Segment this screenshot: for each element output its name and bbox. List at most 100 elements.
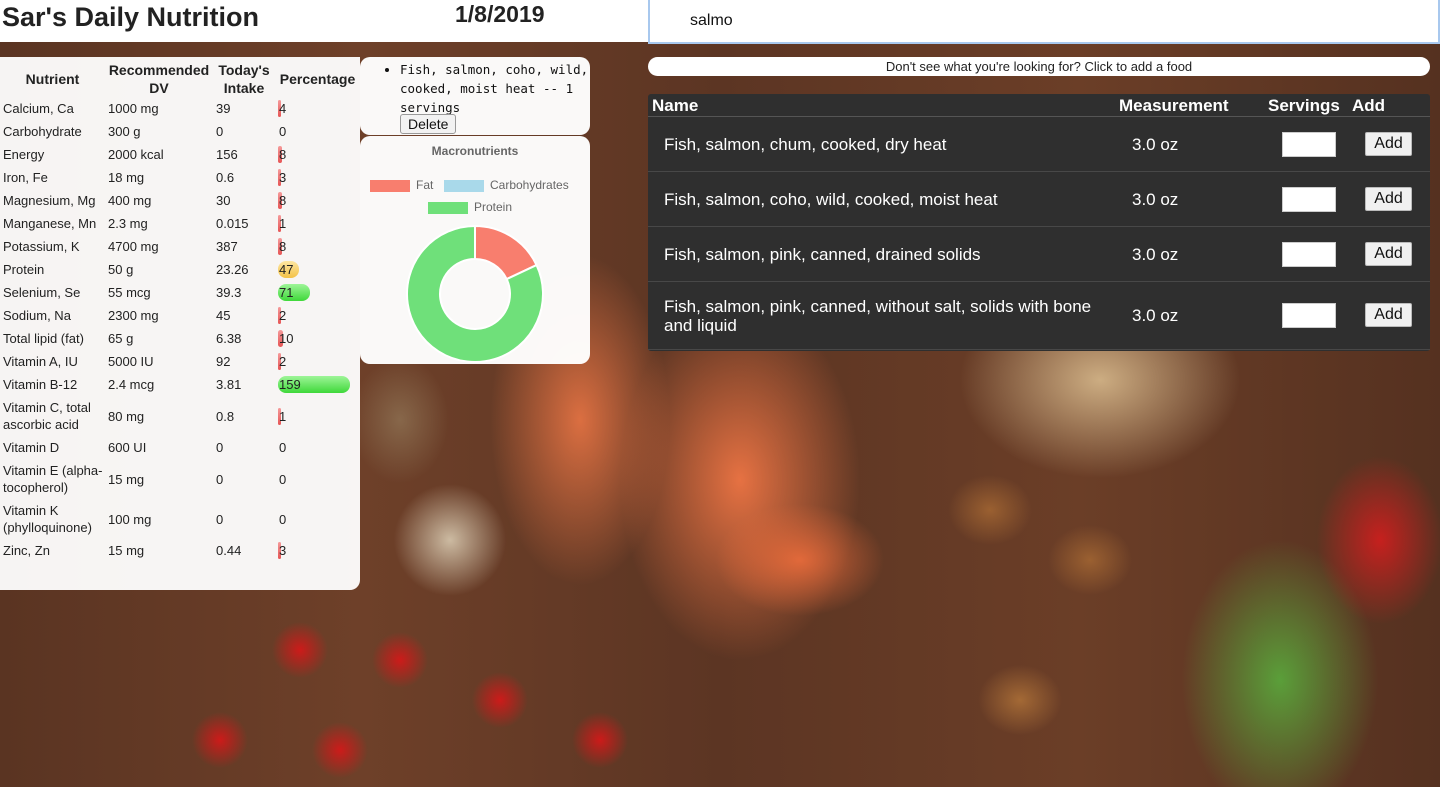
nutrient-percentage: 159 — [275, 373, 360, 396]
nutrient-row: Protein 50 g 23.26 47 — [0, 258, 360, 281]
nutrient-row: Carbohydrate 300 g 0 0 — [0, 120, 360, 143]
macronutrient-chart-panel: Macronutrients Fat Carbohydrates Protein — [360, 136, 590, 364]
nutrient-name: Manganese, Mn — [3, 216, 97, 231]
nutrient-intake: 39.3 — [216, 285, 242, 300]
result-measurement: 3.0 oz — [1132, 244, 1179, 264]
nutrient-percentage: 3 — [275, 539, 360, 562]
nutrient-intake: 0.8 — [216, 408, 235, 424]
nutrient-intake: 156 — [216, 147, 238, 162]
nutrient-dv: 15 mg — [108, 543, 145, 558]
nutrient-name: Vitamin C, total ascorbic acid — [3, 400, 91, 432]
nutrient-name: Vitamin B-12 — [3, 377, 78, 392]
servings-input[interactable] — [1282, 241, 1336, 267]
nutrient-intake: 0.6 — [216, 170, 235, 185]
percentage-value: 3 — [279, 543, 287, 558]
nutrient-intake: 45 — [216, 308, 231, 323]
results-header-name: Name — [652, 96, 699, 115]
nutrient-row: Vitamin C, total ascorbic acid 80 mg 0.8 1 — [0, 396, 360, 436]
servings-input[interactable] — [1282, 186, 1336, 212]
nutrient-percentage: 1 — [275, 396, 360, 436]
servings-input[interactable] — [1282, 131, 1336, 157]
nutrient-row: Vitamin D 600 UI 0 0 — [0, 436, 360, 459]
current-date: 1/8/2019 — [455, 1, 545, 27]
percentage-value: 159 — [279, 377, 301, 392]
nutrient-percentage: 71 — [275, 281, 360, 304]
nutrient-intake: 0.44 — [216, 543, 242, 558]
nutrient-percentage: 47 — [275, 258, 360, 281]
nutrient-row: Vitamin K (phylloquinone) 100 mg 0 0 — [0, 499, 360, 539]
percentage-value: 4 — [279, 101, 287, 116]
nutrient-percentage: 1 — [275, 212, 360, 235]
result-row: Fish, salmon, pink, canned, without salt… — [648, 282, 1430, 350]
nutrient-dv: 2.4 mcg — [108, 377, 155, 392]
nutrient-dv: 50 g — [108, 262, 134, 277]
results-header-add: Add — [1352, 96, 1386, 115]
nutrient-row: Manganese, Mn 2.3 mg 0.015 1 — [0, 212, 360, 235]
percentage-value: 2 — [279, 308, 287, 323]
nutrient-dv: 2.3 mg — [108, 216, 148, 231]
result-food-name: Fish, salmon, chum, cooked, dry heat — [664, 134, 947, 154]
result-food-name: Fish, salmon, coho, wild, cooked, moist … — [664, 189, 998, 209]
nutrient-name: Zinc, Zn — [3, 543, 50, 558]
nutrient-row: Energy 2000 kcal 156 8 — [0, 143, 360, 166]
percentage-value: 0 — [279, 471, 287, 487]
food-log-panel: Fish, salmon, coho, wild, cooked, moist … — [360, 57, 590, 135]
nutrient-percentage: 4 — [275, 97, 360, 120]
nutrient-table: Nutrient Recommended DV Today's Intake P… — [0, 57, 360, 562]
nutrient-percentage: 0 — [275, 436, 360, 459]
add-food-button[interactable]: Add — [1365, 131, 1412, 156]
nutrient-intake: 3.81 — [216, 377, 242, 392]
percentage-value: 71 — [279, 285, 294, 300]
result-food-name: Fish, salmon, pink, canned, drained soli… — [664, 244, 981, 264]
nutrient-intake: 92 — [216, 354, 231, 369]
nutrient-dv: 300 g — [108, 124, 141, 139]
nutrient-intake: 39 — [216, 101, 231, 116]
result-row: Fish, salmon, chum, cooked, dry heat 3.0 … — [648, 117, 1430, 172]
nutrient-intake: 30 — [216, 193, 231, 208]
nutrient-dv: 2000 kcal — [108, 147, 164, 162]
results-header: Name Measurement Servings Add — [648, 94, 1430, 117]
delete-log-button[interactable]: Delete — [400, 114, 457, 134]
result-measurement: 3.0 oz — [1132, 189, 1179, 209]
nutrient-name: Calcium, Ca — [3, 101, 74, 116]
result-measurement: 3.0 oz — [1132, 134, 1179, 154]
nutrient-name: Protein — [3, 262, 45, 277]
nutrient-table-panel: Nutrient Recommended DV Today's Intake P… — [0, 57, 360, 590]
nutrient-dv: 80 mg — [108, 408, 145, 424]
nutrient-dv: 65 g — [108, 331, 134, 346]
nutrient-name: Iron, Fe — [3, 170, 48, 185]
nutrient-intake: 0 — [216, 440, 224, 455]
nutrient-percentage: 8 — [275, 189, 360, 212]
nutrient-intake: 0 — [216, 471, 224, 487]
nutrient-row: Vitamin B-12 2.4 mcg 3.81 159 — [0, 373, 360, 396]
nutrient-percentage: 10 — [275, 327, 360, 350]
result-row: Fish, salmon, pink, canned, drained soli… — [648, 227, 1430, 282]
add-food-button[interactable]: Add — [1365, 186, 1412, 211]
result-measurement: 3.0 oz — [1132, 306, 1179, 325]
nutrient-dv: 1000 mg — [108, 101, 159, 116]
app-title: Sar's Daily Nutrition — [2, 2, 259, 32]
percentage-value: 8 — [279, 239, 287, 254]
nutrient-percentage: 2 — [275, 304, 360, 327]
nutrient-name: Energy — [3, 147, 45, 162]
add-food-button[interactable]: Add — [1365, 241, 1412, 266]
nutrient-row: Calcium, Ca 1000 mg 39 4 — [0, 97, 360, 120]
add-food-link[interactable]: Don't see what you're looking for? Click… — [648, 57, 1430, 76]
nutrient-intake: 0.015 — [216, 216, 249, 231]
nutrient-dv: 100 mg — [108, 511, 152, 527]
result-row: Fish, salmon, coho, wild, cooked, moist … — [648, 172, 1430, 227]
nutrient-row: Potassium, K 4700 mg 387 8 — [0, 235, 360, 258]
nutrient-row: Magnesium, Mg 400 mg 30 8 — [0, 189, 360, 212]
food-search-input[interactable] — [648, 0, 1440, 44]
nutrient-dv: 2300 mg — [108, 308, 159, 323]
add-food-button[interactable]: Add — [1365, 303, 1412, 327]
nutrient-dv: 18 mg — [108, 170, 145, 185]
nutrient-intake: 0 — [216, 124, 224, 139]
servings-input[interactable] — [1282, 303, 1336, 328]
nutrient-name: Total lipid (fat) — [3, 331, 84, 346]
nutrient-name: Potassium, K — [3, 239, 80, 254]
nutrient-dv: 15 mg — [108, 471, 145, 487]
header-percentage: Percentage — [279, 71, 356, 87]
nutrient-name: Sodium, Na — [3, 308, 71, 323]
results-header-servings: Servings — [1268, 96, 1340, 115]
